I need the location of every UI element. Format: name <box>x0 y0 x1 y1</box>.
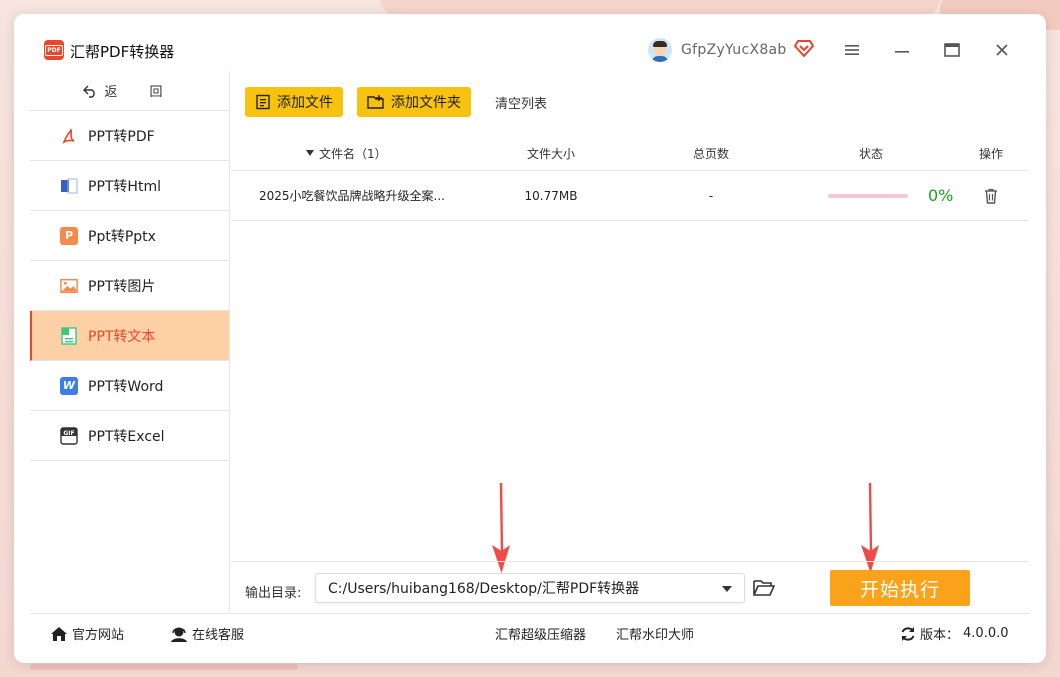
app-logo-text: PDF <box>45 44 63 56</box>
clear-list-button[interactable]: 清空列表 <box>485 93 547 112</box>
image-icon <box>60 276 78 295</box>
refresh-icon[interactable] <box>900 626 916 642</box>
sidebar-item-ppt-to-pptx[interactable]: P Ppt转Pptx <box>30 211 229 261</box>
add-file-button[interactable]: 添加文件 <box>245 87 343 117</box>
column-header-pages: 总页数 <box>692 146 729 161</box>
version-label: 版本： <box>920 628 960 643</box>
add-file-label: 添加文件 <box>277 95 333 111</box>
sidebar-item-label: Ppt转Pptx <box>88 228 156 245</box>
watermark-link[interactable]: 汇帮水印大师 <box>616 624 694 643</box>
app-logo-icon: PDF <box>44 40 64 60</box>
page-count: - <box>708 188 714 203</box>
version-value: 4.0.0.0 <box>963 626 1009 641</box>
sidebar-item-ppt-to-image[interactable]: PPT转图片 <box>30 261 229 311</box>
pdf-icon <box>60 126 78 145</box>
sidebar-item-ppt-to-text[interactable]: PPT转文本 <box>30 311 229 361</box>
back-label: 返 回 <box>104 85 177 100</box>
sidebar-item-label: PPT转Excel <box>88 428 165 445</box>
close-button[interactable] <box>988 36 1016 64</box>
app-title: 汇帮PDF转换器 <box>70 43 175 61</box>
sidebar-item-ppt-to-excel[interactable]: GIF PPT转Excel <box>30 411 229 461</box>
vip-diamond-icon[interactable] <box>794 39 814 57</box>
toolbar: 添加文件 添加文件夹 清空列表 <box>245 87 547 117</box>
output-path-value: C:/Users/huibang168/Desktop/汇帮PDF转换器 <box>328 581 640 597</box>
sidebar-item-label: PPT转文本 <box>88 328 156 345</box>
text-icon <box>60 326 78 345</box>
app-window: PDF 汇帮PDF转换器 GfpZyYucX8ab 返 回 PPT转PDF PP… <box>14 14 1046 663</box>
maximize-button[interactable] <box>938 36 966 64</box>
version-info: 版本： 4.0.0.0 <box>900 624 1009 643</box>
compressor-link[interactable]: 汇帮超级压缩器 <box>495 624 586 643</box>
minimize-icon <box>895 51 909 53</box>
close-icon <box>996 44 1008 56</box>
sidebar-item-ppt-to-pdf[interactable]: PPT转PDF <box>30 111 229 161</box>
sort-down-icon <box>306 150 314 156</box>
menu-icon <box>845 45 859 55</box>
progress-percent: 0% <box>928 186 954 205</box>
pptx-icon: P <box>60 226 78 245</box>
sidebar-item-label: PPT转Html <box>88 178 161 195</box>
output-row: 输出目录: C:/Users/huibang168/Desktop/汇帮PDF转… <box>231 561 1029 613</box>
word-icon: W <box>60 376 78 395</box>
column-header-status: 状态 <box>858 146 883 161</box>
home-icon <box>51 626 67 641</box>
sidebar-item-label: PPT转图片 <box>88 278 156 295</box>
minimize-button[interactable] <box>888 36 916 64</box>
main-panel: 添加文件 添加文件夹 清空列表 文件名（1） 文件大小 总页数 状态 操作 20… <box>231 71 1029 613</box>
progress-bar <box>828 194 908 198</box>
column-header-size: 文件大小 <box>526 146 575 161</box>
column-header-ops: 操作 <box>978 146 1003 161</box>
add-folder-icon <box>367 95 384 109</box>
delete-button[interactable] <box>979 171 1003 220</box>
svg-text:GIF: GIF <box>63 430 74 437</box>
add-folder-label: 添加文件夹 <box>391 95 461 111</box>
back-button[interactable]: 返 回 <box>30 71 229 111</box>
maximize-icon <box>944 43 960 57</box>
table-header: 文件名（1） 文件大小 总页数 状态 操作 <box>231 136 1029 171</box>
chevron-down-icon <box>722 586 732 592</box>
table-row[interactable]: 2025小吃餐饮品牌战略升级全案... 10.77MB - 0% <box>231 171 1029 221</box>
add-folder-button[interactable]: 添加文件夹 <box>357 87 471 117</box>
username[interactable]: GfpZyYucX8ab <box>681 42 787 58</box>
support-agent-icon <box>171 627 187 642</box>
sidebar-item-label: PPT转Word <box>88 378 164 395</box>
trash-icon <box>985 188 997 204</box>
add-file-icon <box>256 94 270 110</box>
gif-icon: GIF <box>60 426 78 445</box>
sidebar-item-label: PPT转PDF <box>88 128 155 145</box>
footer: 官方网站 在线客服 汇帮超级压缩器 汇帮水印大师 版本： 4.0.0.0 <box>30 613 1030 653</box>
background-shape <box>30 664 298 670</box>
sidebar-item-ppt-to-word[interactable]: W PPT转Word <box>30 361 229 411</box>
sidebar: 返 回 PPT转PDF PPT转Html P Ppt转Pptx PPT转图片 P… <box>30 71 230 613</box>
open-folder-icon[interactable] <box>753 578 775 598</box>
back-arrow-icon <box>83 85 96 98</box>
online-support-link[interactable]: 在线客服 <box>170 624 244 643</box>
file-name: 2025小吃餐饮品牌战略升级全案... <box>259 189 445 203</box>
output-path-select[interactable]: C:/Users/huibang168/Desktop/汇帮PDF转换器 <box>315 573 745 603</box>
title-bar: PDF 汇帮PDF转换器 GfpZyYucX8ab <box>14 14 1046 70</box>
start-button[interactable]: 开始执行 <box>830 570 970 606</box>
user-avatar[interactable] <box>648 38 672 62</box>
official-site-link[interactable]: 官方网站 <box>50 624 124 643</box>
menu-button[interactable] <box>838 36 866 64</box>
file-size: 10.77MB <box>524 188 578 203</box>
html-icon <box>60 176 78 195</box>
output-label: 输出目录: <box>245 586 302 601</box>
sidebar-item-ppt-to-html[interactable]: PPT转Html <box>30 161 229 211</box>
